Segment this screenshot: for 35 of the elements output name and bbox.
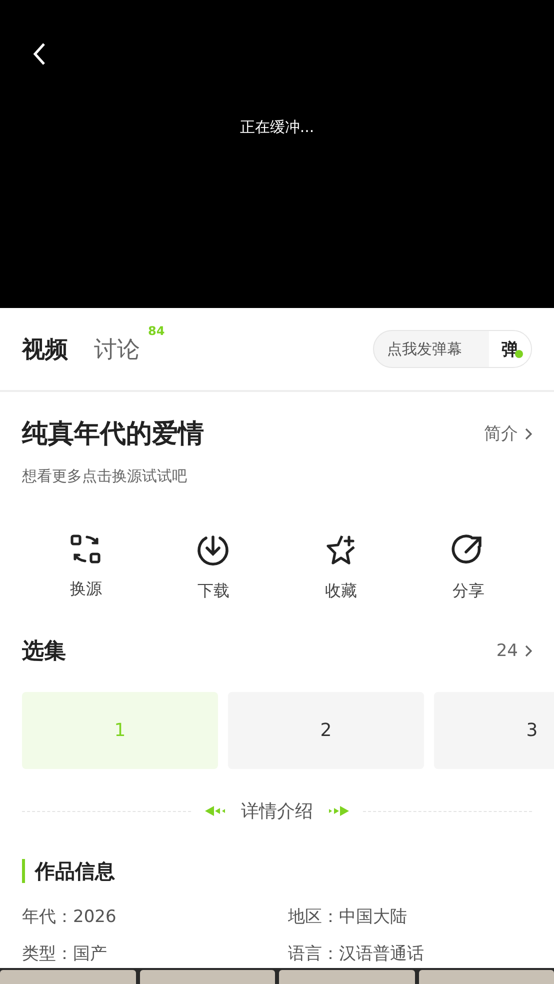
info-field: 年代：2026 <box>22 905 288 928</box>
episode-count-link[interactable]: 24 <box>496 641 532 661</box>
info-field: 语言：汉语普通话 <box>288 942 532 965</box>
swap-icon <box>70 533 102 565</box>
action-button[interactable]: 分享 <box>404 533 532 602</box>
buffering-text: 正在缓冲... <box>240 118 314 138</box>
back-icon[interactable] <box>32 42 46 66</box>
video-title: 纯真年代的爱情 <box>22 418 204 451</box>
intro-link[interactable]: 简介 <box>484 422 532 445</box>
video-player[interactable]: 正在缓冲... <box>0 0 554 308</box>
taskbar-button[interactable] <box>418 970 554 984</box>
left-arrows-icon <box>205 805 227 817</box>
taskbar-button[interactable] <box>0 970 136 984</box>
tab[interactable]: 视频 <box>22 336 68 362</box>
info-field: 地区：中国大陆 <box>288 905 532 928</box>
section-title: 选集 <box>22 638 66 666</box>
action-button[interactable]: 下载 <box>150 533 277 602</box>
episode-button[interactable]: 3 <box>434 692 554 769</box>
action-button[interactable]: 收藏 <box>277 533 404 602</box>
taskbar-button[interactable] <box>140 970 275 984</box>
info-field: 类型：国产 <box>22 942 288 965</box>
episode-button[interactable]: 2 <box>228 692 424 769</box>
danmaku-toggle[interactable]: 弹 <box>489 331 531 367</box>
count-label: 84 <box>148 324 165 338</box>
tab[interactable]: 讨论 <box>94 336 140 362</box>
chevron-right-icon <box>524 428 532 440</box>
divider-label: 详情介绍 <box>241 800 313 823</box>
right-arrows-icon <box>327 805 349 817</box>
chevron-right-icon <box>524 645 532 657</box>
section-title: 作品信息 <box>22 859 532 883</box>
hint-text: 想看更多点击换源试试吧 <box>22 467 188 486</box>
danmaku-field[interactable]: 点我发弹幕 弹 <box>373 330 532 368</box>
download-icon <box>196 533 230 567</box>
action-button[interactable]: 换源 <box>22 533 150 602</box>
taskbar-button[interactable] <box>279 970 414 984</box>
